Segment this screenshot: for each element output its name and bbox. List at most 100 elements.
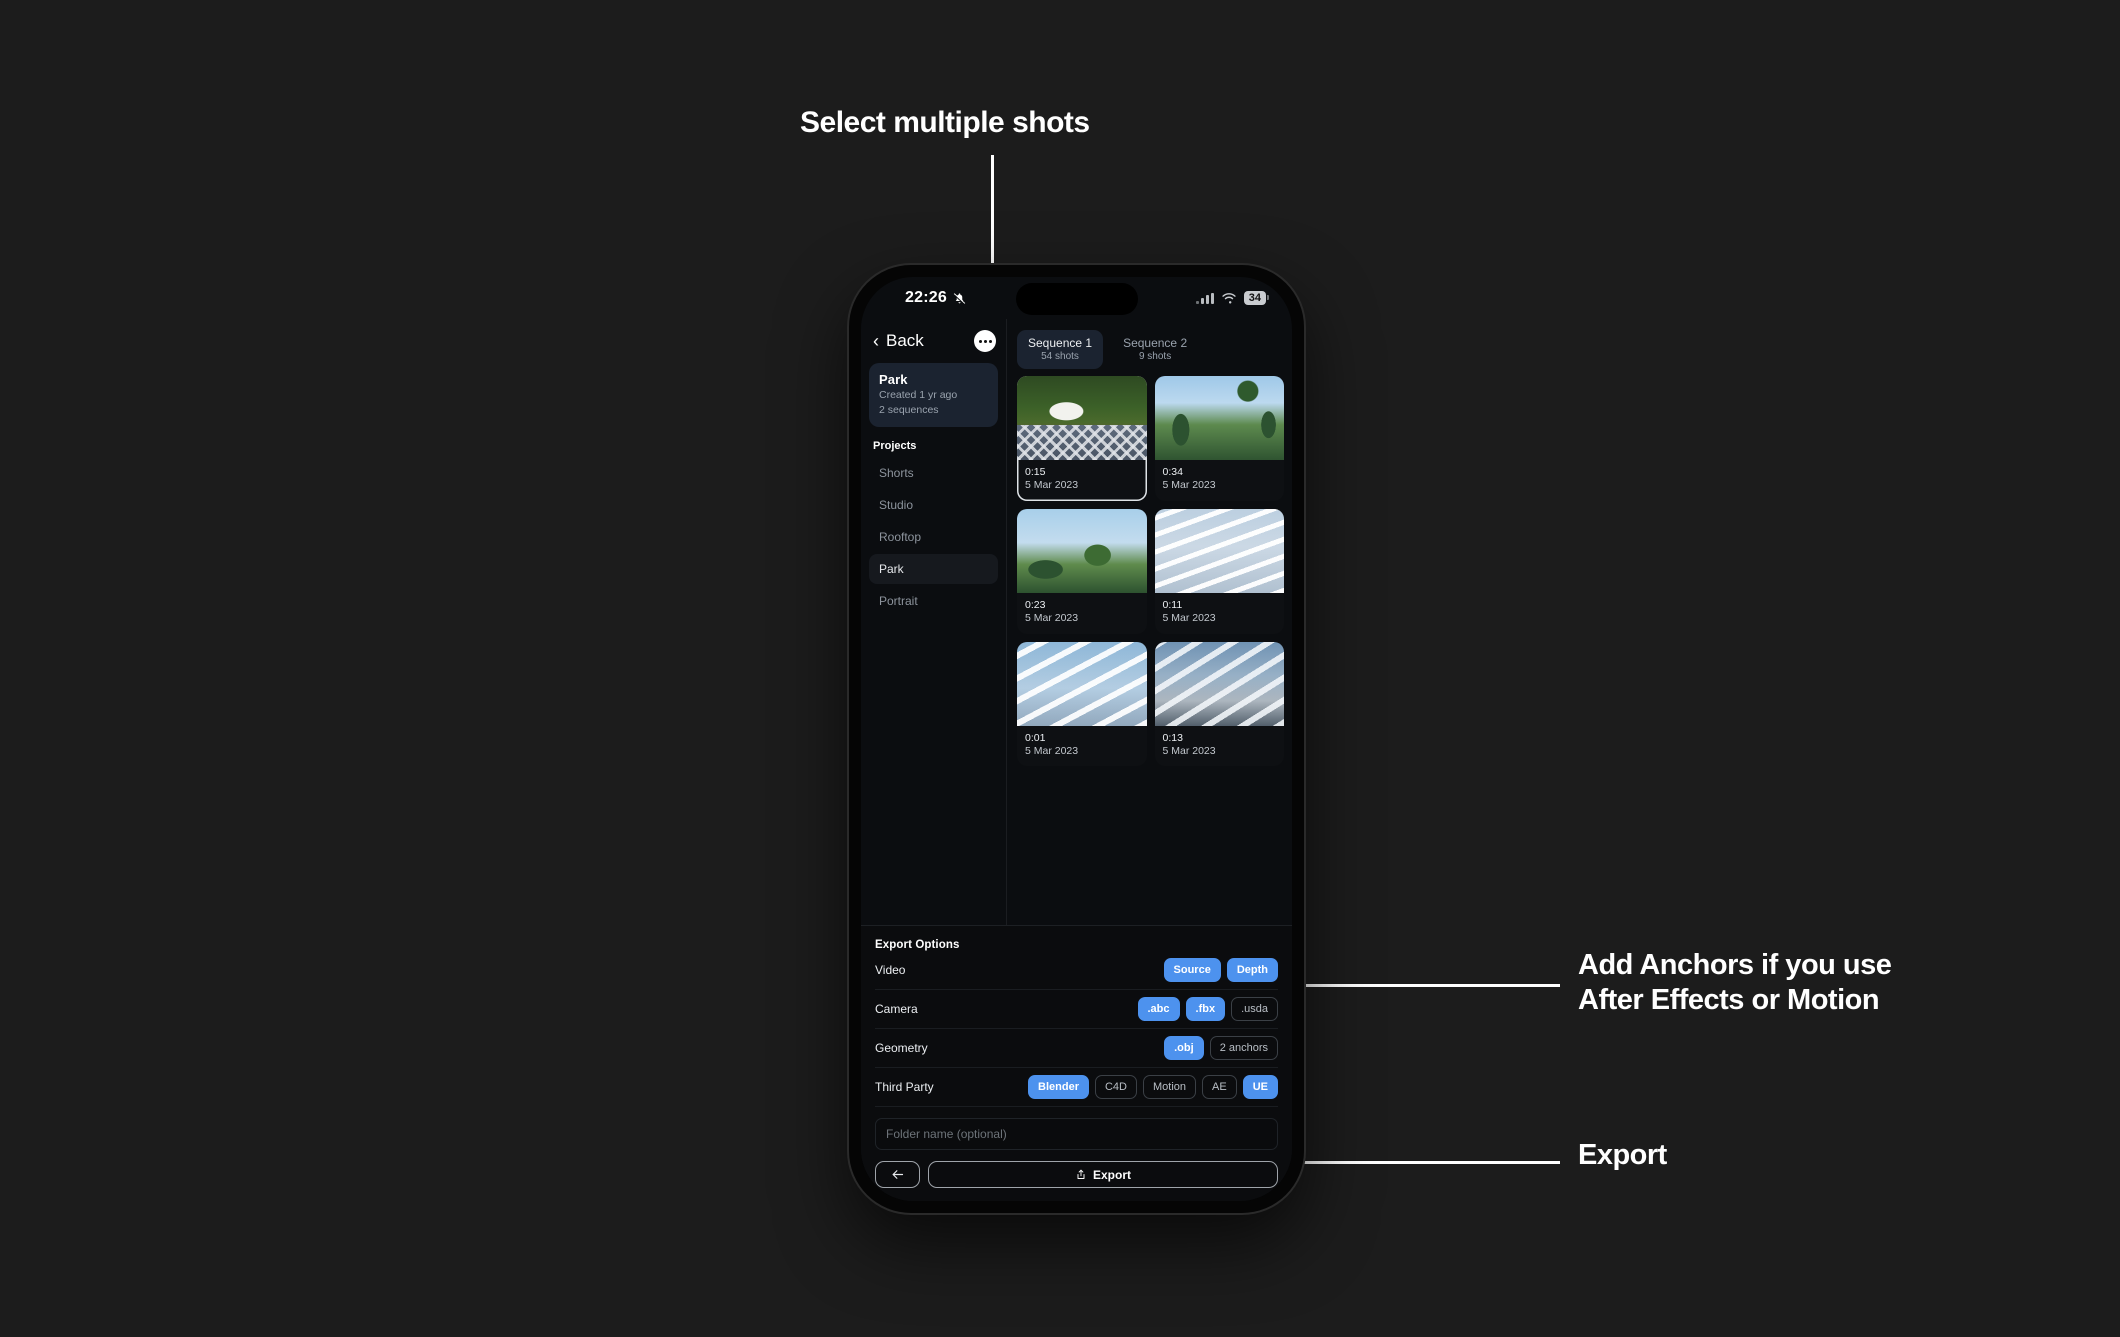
tab-sequence-2-name: Sequence 2 bbox=[1123, 336, 1188, 350]
sidebar-item-rooftop[interactable]: Rooftop bbox=[869, 522, 998, 552]
folder-name-input[interactable]: Folder name (optional) bbox=[875, 1118, 1278, 1150]
nav-row: ‹ Back bbox=[869, 319, 998, 363]
shot-thumbnail bbox=[1017, 641, 1147, 726]
option-label-geometry: Geometry bbox=[875, 1041, 928, 1055]
tab-sequence-1-count: 54 shots bbox=[1041, 351, 1079, 362]
bell-slash-icon bbox=[953, 292, 966, 305]
sidebar-item-portrait[interactable]: Portrait bbox=[869, 586, 998, 616]
sidebar-item-shorts[interactable]: Shorts bbox=[869, 458, 998, 488]
project-card-created: Created 1 yr ago bbox=[879, 389, 958, 401]
shot-card[interactable]: 0:01 5 Mar 2023 bbox=[1017, 641, 1147, 767]
cellular-bars-icon bbox=[1195, 292, 1214, 304]
export-options-sheet: Export Options Video Source Depth Camera… bbox=[861, 925, 1292, 1201]
option-row-third-party: Third Party Blender C4D Motion AE UE bbox=[875, 1068, 1278, 1107]
tab-sequence-1[interactable]: Sequence 1 54 shots bbox=[1017, 330, 1104, 369]
shot-card[interactable]: 0:23 5 Mar 2023 bbox=[1017, 508, 1147, 634]
option-row-video: Video Source Depth bbox=[875, 951, 1278, 990]
back-button[interactable]: Back bbox=[886, 331, 924, 351]
chip-geometry-obj[interactable]: .obj bbox=[1164, 1035, 1204, 1061]
share-up-icon bbox=[1077, 1169, 1085, 1179]
sidebar-item-studio[interactable]: Studio bbox=[869, 490, 998, 520]
annotation-select-multiple-shots: Select multiple shots bbox=[800, 106, 1090, 139]
shot-meta: 0:34 5 Mar 2023 bbox=[1155, 460, 1285, 501]
sequence-tabs: Sequence 1 54 shots Sequence 2 9 shots bbox=[1017, 319, 1284, 376]
chip-third-party-ae[interactable]: AE bbox=[1202, 1074, 1237, 1100]
option-label-third-party: Third Party bbox=[875, 1080, 934, 1094]
chip-third-party-ue[interactable]: UE bbox=[1242, 1074, 1278, 1100]
shot-duration: 0:13 bbox=[1162, 731, 1183, 744]
chip-group-geometry: .obj 2 anchors bbox=[1164, 1035, 1278, 1061]
chip-camera-fbx[interactable]: .fbx bbox=[1185, 996, 1226, 1022]
shot-date: 5 Mar 2023 bbox=[1162, 611, 1216, 624]
chip-camera-abc[interactable]: .abc bbox=[1137, 996, 1180, 1022]
chip-geometry-anchors[interactable]: 2 anchors bbox=[1209, 1035, 1278, 1061]
back-arrow-button[interactable] bbox=[875, 1161, 920, 1188]
annotation-export: Export bbox=[1578, 1139, 1667, 1171]
option-row-camera: Camera .abc .fbx .usda bbox=[875, 990, 1278, 1029]
current-project-card[interactable]: Park Created 1 yr ago 2 sequences bbox=[869, 363, 998, 428]
app-body: ‹ Back Park Created 1 yr ago 2 sequences… bbox=[861, 319, 1292, 1201]
tab-sequence-2-count: 9 shots bbox=[1138, 351, 1172, 362]
shots-grid: 0:15 5 Mar 2023 0:34 5 Mar 2023 0:23 5 M… bbox=[1017, 376, 1285, 767]
chip-group-third-party: Blender C4D Motion AE UE bbox=[1028, 1074, 1278, 1100]
shot-thumbnail bbox=[1154, 641, 1284, 726]
chip-video-source[interactable]: Source bbox=[1163, 957, 1221, 983]
status-bar-left: 22:26 bbox=[905, 289, 967, 307]
chip-third-party-c4d[interactable]: C4D bbox=[1094, 1074, 1137, 1100]
phone-screen: 22:26 34 ‹ Back Park Created 1 yr ago 2 … bbox=[861, 277, 1292, 1201]
shot-date: 5 Mar 2023 bbox=[1025, 611, 1079, 624]
shot-duration: 0:34 bbox=[1162, 466, 1183, 478]
shot-meta: 0:23 5 Mar 2023 bbox=[1017, 593, 1147, 634]
chip-video-depth[interactable]: Depth bbox=[1226, 957, 1278, 983]
phone-device-frame: 22:26 34 ‹ Back Park Created 1 yr ago 2 … bbox=[849, 265, 1304, 1213]
shot-date: 5 Mar 2023 bbox=[1025, 479, 1079, 492]
chip-group-camera: .abc .fbx .usda bbox=[1137, 996, 1278, 1022]
export-button[interactable]: Export bbox=[928, 1161, 1278, 1188]
shot-date: 5 Mar 2023 bbox=[1025, 744, 1079, 757]
leader-line-export bbox=[1288, 1161, 1560, 1164]
sidebar-item-park[interactable]: Park bbox=[869, 554, 998, 585]
battery-indicator: 34 bbox=[1243, 291, 1270, 305]
shot-thumbnail bbox=[1154, 508, 1284, 593]
shot-thumbnail bbox=[1154, 376, 1284, 460]
project-card-title: Park bbox=[879, 372, 908, 387]
chevron-left-icon[interactable]: ‹ bbox=[873, 332, 879, 350]
option-label-camera: Camera bbox=[875, 1002, 918, 1016]
shot-meta: 0:11 5 Mar 2023 bbox=[1155, 593, 1285, 634]
shot-duration: 0:11 bbox=[1162, 598, 1183, 611]
shot-date: 5 Mar 2023 bbox=[1162, 479, 1216, 492]
shot-thumbnail bbox=[1017, 508, 1147, 593]
shot-card[interactable]: 0:15 5 Mar 2023 bbox=[1017, 376, 1147, 501]
shot-meta: 0:15 5 Mar 2023 bbox=[1017, 460, 1147, 501]
shot-card[interactable]: 0:11 5 Mar 2023 bbox=[1154, 508, 1285, 634]
shot-duration: 0:15 bbox=[1025, 466, 1046, 478]
shot-duration: 0:01 bbox=[1025, 731, 1046, 744]
tab-sequence-1-name: Sequence 1 bbox=[1028, 336, 1093, 350]
project-card-sequences: 2 sequences bbox=[879, 404, 939, 417]
screenshot-canvas: Select multiple shots Add Anchors if you… bbox=[0, 0, 2120, 1337]
status-bar-right: 34 bbox=[1195, 291, 1270, 305]
tab-sequence-2[interactable]: Sequence 2 9 shots bbox=[1112, 330, 1198, 369]
shot-date: 5 Mar 2023 bbox=[1162, 744, 1216, 757]
shot-duration: 0:23 bbox=[1025, 598, 1046, 611]
ellipsis-icon[interactable] bbox=[974, 330, 996, 352]
chip-third-party-motion[interactable]: Motion bbox=[1143, 1074, 1197, 1100]
projects-heading: Projects bbox=[873, 440, 917, 453]
status-time: 22:26 bbox=[905, 289, 947, 306]
bottom-action-bar: Export bbox=[875, 1150, 1278, 1201]
arrow-left-icon bbox=[892, 1170, 904, 1179]
export-options-title: Export Options bbox=[875, 939, 960, 951]
option-row-geometry: Geometry .obj 2 anchors bbox=[875, 1029, 1278, 1068]
chip-camera-usda[interactable]: .usda bbox=[1231, 996, 1278, 1022]
shot-card[interactable]: 0:34 5 Mar 2023 bbox=[1154, 376, 1285, 501]
shot-card[interactable]: 0:13 5 Mar 2023 bbox=[1154, 641, 1285, 767]
export-button-label: Export bbox=[1092, 1167, 1131, 1182]
folder-name-placeholder: Folder name (optional) bbox=[886, 1127, 1007, 1141]
wifi-icon bbox=[1222, 293, 1236, 304]
annotation-add-anchors: Add Anchors if you use After Effects or … bbox=[1578, 949, 1892, 1017]
chip-third-party-blender[interactable]: Blender bbox=[1028, 1074, 1089, 1100]
status-bar: 22:26 34 bbox=[861, 277, 1292, 319]
leader-line-anchors bbox=[1288, 984, 1560, 987]
shot-meta: 0:13 5 Mar 2023 bbox=[1155, 726, 1285, 767]
shot-thumbnail bbox=[1017, 376, 1147, 460]
